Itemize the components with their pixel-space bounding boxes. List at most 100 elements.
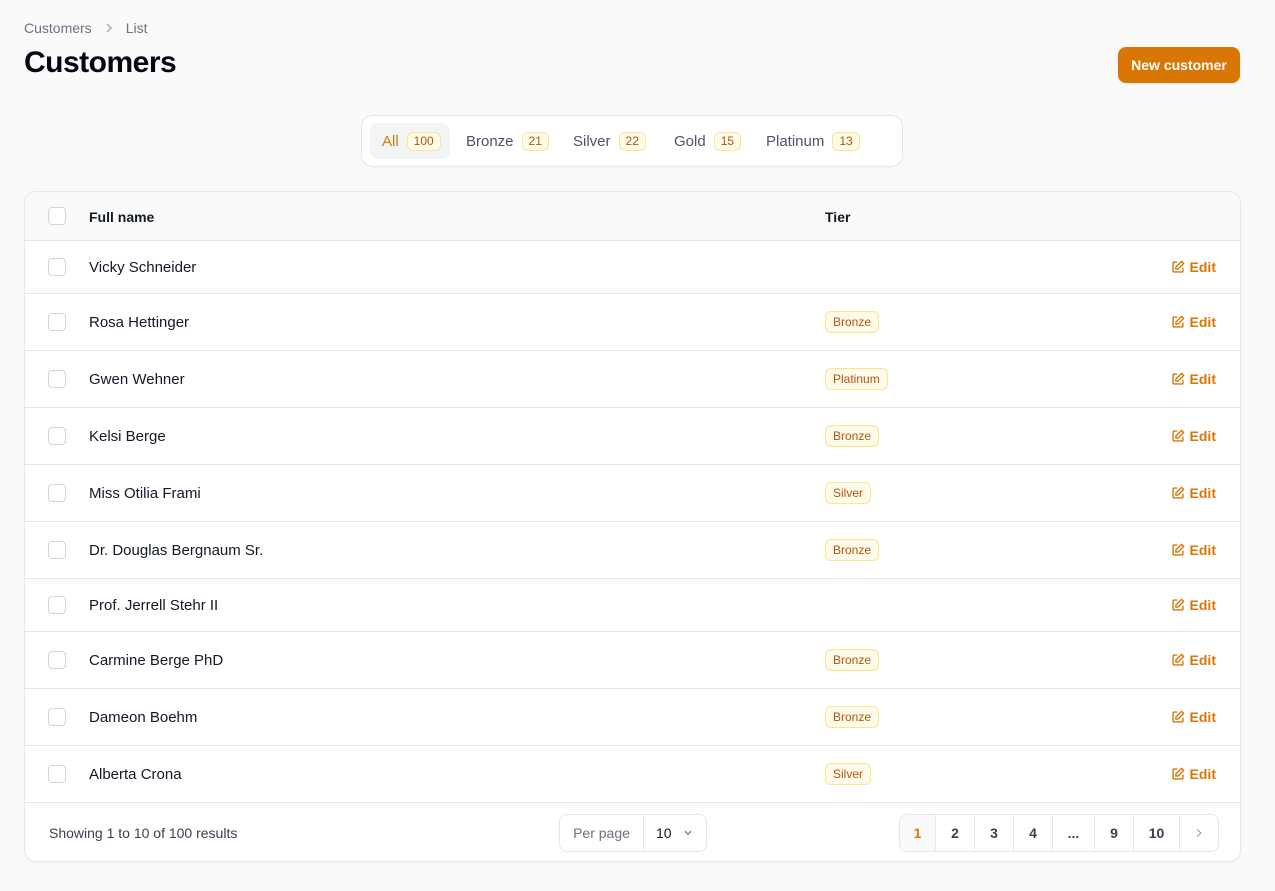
edit-button[interactable]: Edit [1171, 294, 1216, 350]
tab-bronze[interactable]: Bronze 21 [454, 123, 557, 159]
pencil-square-icon [1171, 598, 1185, 611]
page-1-button[interactable]: 1 [900, 815, 936, 851]
tab-count: 22 [618, 131, 646, 151]
edit-button[interactable]: Edit [1171, 351, 1216, 407]
tier-badge: Bronze [825, 706, 880, 728]
table-header: Full name Tier [25, 192, 1240, 241]
edit-button[interactable]: Edit [1171, 241, 1216, 293]
edit-label: Edit [1189, 652, 1216, 668]
edit-button[interactable]: Edit [1171, 465, 1216, 521]
edit-label: Edit [1189, 597, 1216, 613]
per-page-select[interactable]: Per page 10 [559, 814, 707, 852]
tab-label: Silver [573, 132, 611, 150]
table-row: Gwen Wehner Platinum Edit [25, 351, 1240, 408]
pencil-square-icon [1171, 372, 1185, 385]
customer-name: Vicky Schneider [89, 258, 197, 276]
customer-name: Kelsi Berge [89, 427, 166, 445]
pencil-square-icon [1171, 543, 1185, 556]
chevron-right-icon [1196, 828, 1202, 838]
row-checkbox[interactable] [48, 765, 66, 783]
customer-name: Carmine Berge PhD [89, 651, 224, 669]
table-row: Carmine Berge PhD Bronze Edit [25, 632, 1240, 689]
tab-label: Gold [674, 132, 706, 150]
tab-count: 13 [832, 131, 860, 151]
row-checkbox[interactable] [48, 427, 66, 445]
per-page-label: Per page [560, 815, 644, 851]
per-page-dropdown[interactable]: 10 [644, 815, 706, 851]
pencil-square-icon [1171, 653, 1185, 666]
tab-count: 21 [521, 131, 549, 151]
edit-label: Edit [1189, 766, 1216, 782]
tab-count: 15 [713, 131, 742, 151]
customer-name: Alberta Crona [89, 765, 182, 783]
results-summary: Showing 1 to 10 of 100 results [49, 825, 238, 841]
pencil-square-icon [1171, 710, 1185, 723]
breadcrumb-item-customers[interactable]: Customers [24, 20, 92, 36]
edit-label: Edit [1189, 314, 1216, 330]
edit-label: Edit [1189, 371, 1216, 387]
column-header-full-name[interactable]: Full name [89, 192, 154, 241]
edit-button[interactable]: Edit [1171, 408, 1216, 464]
customer-name: Miss Otilia Frami [89, 484, 201, 502]
pencil-square-icon [1171, 767, 1185, 780]
page-3-button[interactable]: 3 [975, 815, 1014, 851]
customer-name: Prof. Jerrell Stehr II [89, 596, 219, 614]
edit-button[interactable]: Edit [1171, 746, 1216, 802]
new-customer-button[interactable]: New customer [1118, 47, 1240, 83]
chevron-down-icon [684, 830, 692, 836]
page-9-button[interactable]: 9 [1095, 815, 1134, 851]
chevron-right-icon [102, 21, 116, 35]
tier-tabs: All 100 Bronze 21 Silver 22 Gold 15 Plat… [361, 115, 903, 167]
pagination: 1 2 3 4 ... 9 10 [899, 814, 1219, 852]
table-footer: Showing 1 to 10 of 100 results Per page … [25, 803, 1240, 861]
tier-badge: Bronze [825, 539, 880, 561]
customer-name: Dameon Boehm [89, 708, 198, 726]
page-title: Customers [24, 46, 177, 79]
pencil-square-icon [1171, 486, 1185, 499]
edit-button[interactable]: Edit [1171, 689, 1216, 745]
tier-badge: Bronze [825, 311, 880, 333]
table-row: Prof. Jerrell Stehr II Edit [25, 579, 1240, 632]
row-checkbox[interactable] [48, 484, 66, 502]
customer-name: Gwen Wehner [89, 370, 185, 388]
tier-badge: Bronze [825, 649, 880, 671]
tab-silver[interactable]: Silver 22 [561, 123, 658, 159]
breadcrumb: Customers List [24, 20, 147, 36]
row-checkbox[interactable] [48, 313, 66, 331]
table-row: Dameon Boehm Bronze Edit [25, 689, 1240, 746]
page-2-button[interactable]: 2 [936, 815, 975, 851]
page-10-button[interactable]: 10 [1134, 815, 1180, 851]
edit-label: Edit [1189, 259, 1216, 275]
edit-label: Edit [1189, 485, 1216, 501]
edit-label: Edit [1189, 428, 1216, 444]
edit-label: Edit [1189, 542, 1216, 558]
row-checkbox[interactable] [48, 651, 66, 669]
tab-gold[interactable]: Gold 15 [662, 123, 750, 159]
row-checkbox[interactable] [48, 596, 66, 614]
page-4-button[interactable]: 4 [1014, 815, 1053, 851]
row-checkbox[interactable] [48, 541, 66, 559]
tab-platinum[interactable]: Platinum 13 [754, 123, 869, 159]
table-row: Alberta Crona Silver Edit [25, 746, 1240, 803]
customer-name: Dr. Douglas Bergnaum Sr. [89, 541, 264, 559]
tab-count: 100 [406, 131, 441, 151]
customer-name: Rosa Hettinger [89, 313, 190, 331]
row-checkbox[interactable] [48, 370, 66, 388]
table-row: Vicky Schneider Edit [25, 241, 1240, 294]
edit-button[interactable]: Edit [1171, 522, 1216, 578]
edit-button[interactable]: Edit [1171, 579, 1216, 631]
page-ellipsis: ... [1053, 815, 1095, 851]
next-page-button[interactable] [1180, 815, 1218, 851]
tab-all[interactable]: All 100 [370, 123, 450, 159]
select-all-checkbox[interactable] [48, 207, 66, 225]
customers-table: Full name Tier Vicky Schneider Edit Rosa… [24, 191, 1241, 862]
per-page-value: 10 [656, 825, 672, 841]
row-checkbox[interactable] [48, 258, 66, 276]
tier-badge: Silver [825, 763, 872, 785]
column-header-tier: Tier [825, 208, 851, 225]
edit-button[interactable]: Edit [1171, 632, 1216, 688]
table-row: Miss Otilia Frami Silver Edit [25, 465, 1240, 522]
table-row: Rosa Hettinger Bronze Edit [25, 294, 1240, 351]
pencil-square-icon [1171, 315, 1185, 328]
row-checkbox[interactable] [48, 708, 66, 726]
